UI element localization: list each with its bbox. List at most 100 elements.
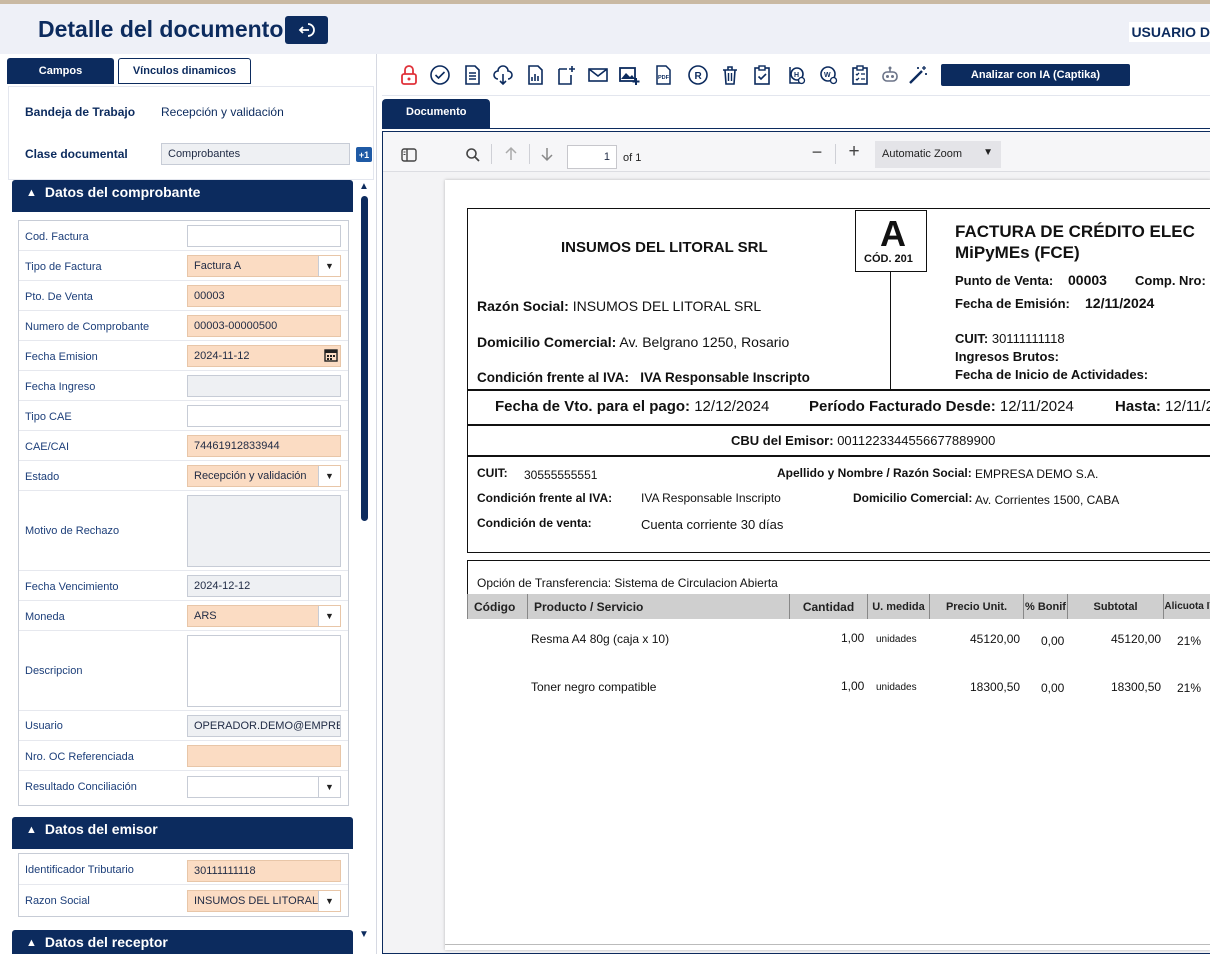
scroll-thumb[interactable] [361,196,368,521]
hasta-line: Hasta: 12/11/2 [1115,398,1210,415]
dropdown-arrow-icon[interactable]: ▼ [318,466,340,486]
mail-icon[interactable] [587,64,609,86]
exit-button[interactable] [285,16,328,44]
invoice-letter-box: A CÓD. 201 [855,210,927,272]
scroll-up-icon[interactable]: ▲ [359,182,369,192]
check-circle-icon[interactable] [429,64,451,86]
fecha-vencimiento-input[interactable]: 2024-12-12 [187,575,341,597]
numero-comprobante-input[interactable]: 00003-00000500 [187,315,341,337]
report-icon[interactable] [524,64,546,86]
clipboard-check-icon[interactable] [751,64,773,86]
section-title: Datos del receptor [44,934,168,950]
checklist-icon[interactable] [849,64,871,86]
row-bonif: 0,00 [1041,634,1065,648]
form-row: Usuario OPERADOR.DEMO@EMPRES [19,711,348,741]
nro-oc-input[interactable] [187,745,341,767]
cloud-upload-icon[interactable] [492,64,514,86]
tipo-cae-input[interactable] [187,405,341,427]
dropdown-arrow-icon[interactable]: ▼ [318,891,340,911]
lock-icon[interactable] [398,64,420,86]
trash-icon[interactable] [719,64,741,86]
toolbar-separator [491,144,492,164]
pdf-icon[interactable]: PDF [652,64,674,86]
section-datos-receptor[interactable]: ▲ Datos del receptor [12,930,353,954]
estado-select[interactable]: Recepción y validación ▼ [187,465,341,487]
user-menu[interactable]: USUARIO D [1129,22,1210,42]
dropdown-arrow-icon[interactable]: ▼ [318,606,340,626]
document-icon[interactable] [461,64,483,86]
clase-documental-field[interactable]: Comprobantes [161,143,350,165]
row-bonif: 0,00 [1041,681,1065,695]
analyze-ia-button[interactable]: Analizar con IA (Captika) [941,64,1130,86]
razon-social-label: Razón Social: [477,298,569,314]
toolbar-separator [529,144,530,164]
col-cantidad: Cantidad [790,594,868,619]
col-precio: Precio Unit. [930,594,1024,619]
form-row: Estado Recepción y validación ▼ [19,461,348,491]
form-row: Razon Social INSUMOS DEL LITORAL ▼ [19,885,348,916]
hasta-value: 12/11/2 [1165,398,1210,415]
fecha-emision-value: 12/11/2024 [1085,295,1155,311]
calendar-icon[interactable] [324,348,338,362]
cae-cai-input[interactable]: 74461912833944 [187,435,341,457]
cuit-label: CUIT: [955,331,989,346]
fecha-emision-input[interactable]: 2024-11-12 [187,345,341,367]
row-cantidad: 1,00 [841,631,865,645]
motivo-rechazo-textarea[interactable] [187,495,341,567]
fields-scrollbar[interactable]: ▲ ▼ [359,182,369,942]
add-page-icon[interactable] [555,64,577,86]
identificador-tributario-input[interactable]: 30111111118 [187,860,341,882]
tipo-factura-select[interactable]: Factura A ▼ [187,255,341,277]
zoom-select[interactable]: Automatic Zoom ▼ [875,141,1001,168]
cbu-label: CBU del Emisor: [731,433,834,448]
usuario-input[interactable]: OPERADOR.DEMO@EMPRES [187,715,341,737]
cod-factura-input[interactable] [187,225,341,247]
scroll-down-icon[interactable]: ▼ [359,930,369,940]
periodo-line: Período Facturado Desde: 12/11/2024 [809,398,1074,415]
col-iva: Alicuota IVA [1164,594,1210,619]
section-datos-comprobante[interactable]: ▲ Datos del comprobante [12,180,353,212]
tab-campos[interactable]: Campos [7,58,114,84]
col-umedida: U. medida [868,594,930,619]
receptor-iva-value: IVA Responsable Inscripto [641,491,781,505]
pto-venta-input[interactable]: 00003 [187,285,341,307]
dropdown-arrow-icon[interactable]: ▼ [318,256,340,276]
descripcion-textarea[interactable] [187,635,341,707]
moneda-select[interactable]: ARS ▼ [187,605,341,627]
domicilio-label: Domicilio Comercial: [477,334,617,350]
razon-social-line: Razón Social: INSUMOS DEL LITORAL SRL [477,298,761,314]
resultado-conciliacion-select[interactable]: ▼ [187,776,341,798]
sidebar-toggle-icon[interactable] [401,148,417,162]
zoom-out-icon[interactable]: − [808,142,826,162]
search-icon[interactable] [465,147,481,163]
r-circle-icon[interactable]: R [687,64,709,86]
section-datos-emisor[interactable]: ▲ Datos del emisor [12,817,353,849]
ingresos-brutos-label: Ingresos Brutos: [955,349,1060,364]
arrow-down-icon[interactable] [539,146,555,162]
receptor-venta-value: Cuenta corriente 30 días [641,517,784,532]
dropdown-arrow-icon[interactable]: ▼ [318,777,340,797]
image-add-icon[interactable] [618,64,640,86]
page-number-input[interactable]: 1 [567,145,617,169]
fecha-emision-label: Fecha de Emisión: [955,296,1070,311]
tab-vinculos-dinamicos[interactable]: Vínculos dinamicos [118,58,251,84]
tab-documento[interactable]: Documento [382,99,490,129]
magic-wand-icon[interactable] [907,64,929,86]
add-class-badge[interactable]: +1 [356,147,372,162]
razon-social-select[interactable]: INSUMOS DEL LITORAL ▼ [187,890,341,912]
form-row: Tipo de Factura Factura A ▼ [19,251,348,281]
form-row: Fecha Emision 2024-11-12 [19,341,348,371]
form-row: Pto. De Venta 00003 [19,281,348,311]
row-subtotal: 18300,50 [1111,680,1162,694]
fecha-ingreso-input[interactable] [187,375,341,397]
field-label: Tipo CAE [25,411,72,423]
arrow-up-icon[interactable] [503,146,519,162]
svg-text:W: W [824,72,831,79]
history-icon[interactable]: H [785,64,807,86]
transferencia-text: Opción de Transferencia: Sistema de Circ… [477,576,778,590]
vto-label: Fecha de Vto. para el pago: [495,398,691,415]
workflow-icon[interactable]: W [817,64,839,86]
zoom-in-icon[interactable]: + [845,141,863,162]
chevron-up-icon: ▲ [26,824,37,836]
robot-icon[interactable] [879,64,901,86]
